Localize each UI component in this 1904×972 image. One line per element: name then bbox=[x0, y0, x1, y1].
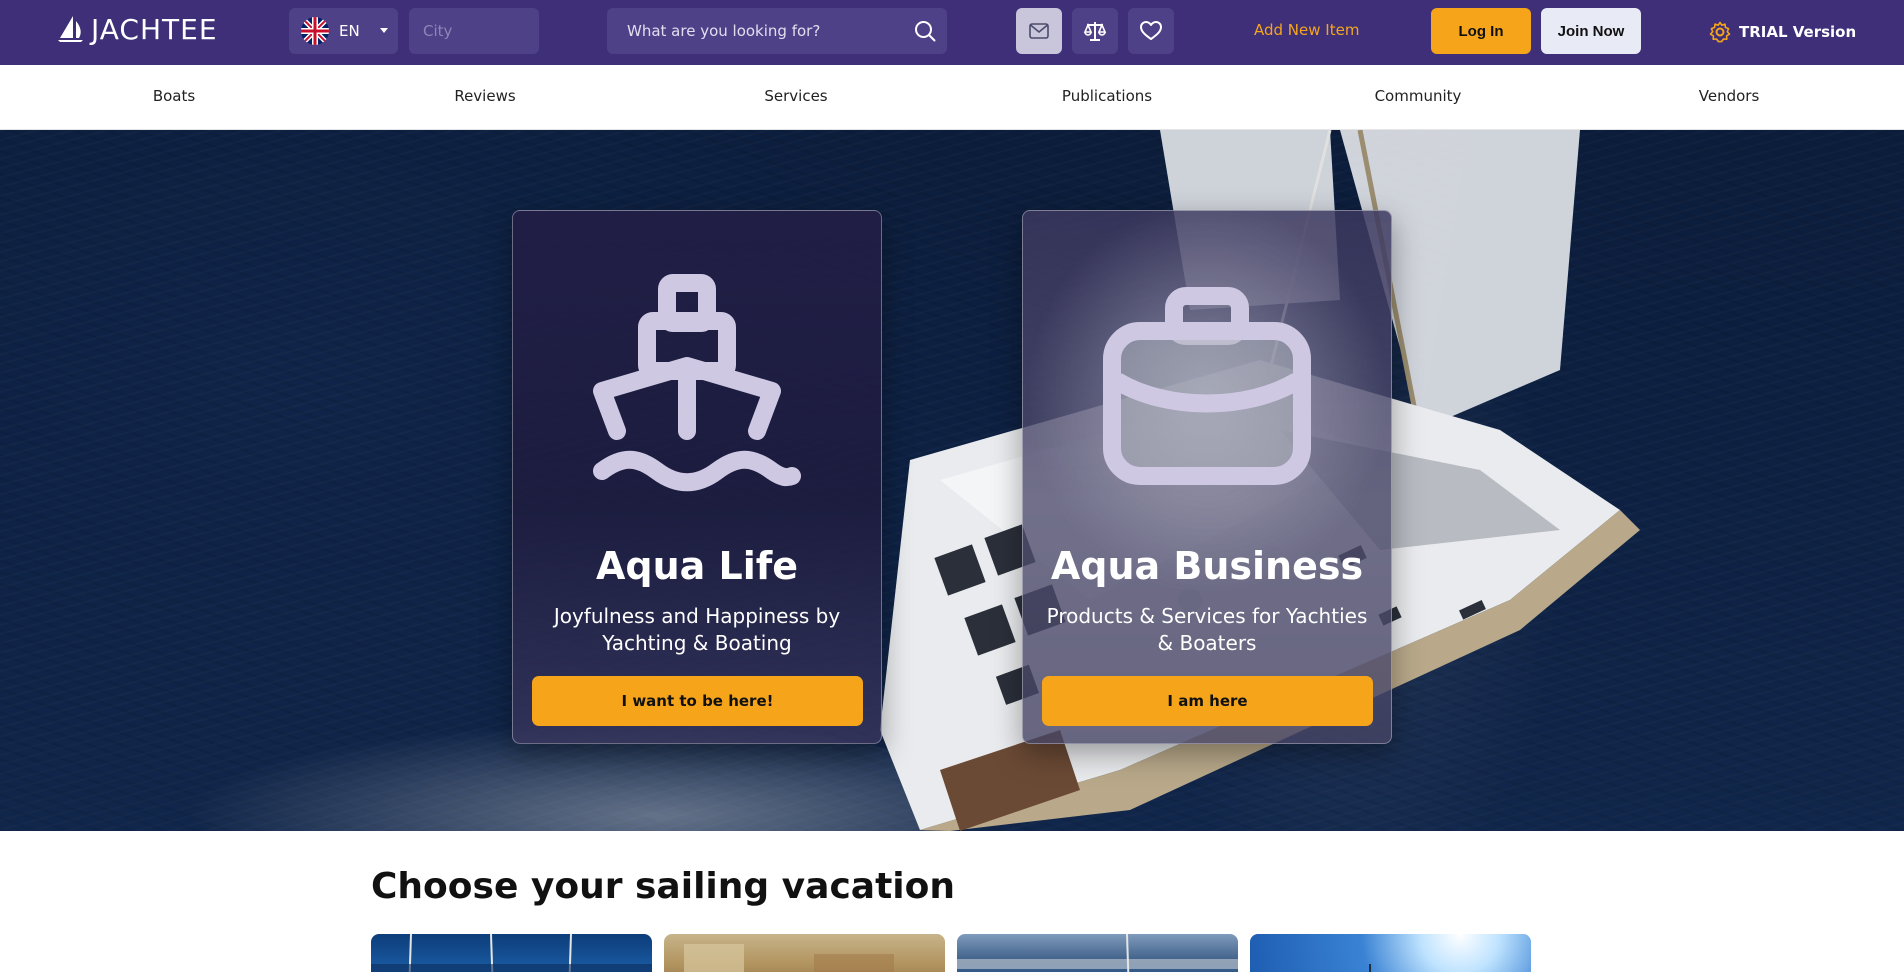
nav-item-vendors[interactable]: Vendors bbox=[1699, 87, 1760, 105]
logo-text: JACHTEE bbox=[91, 12, 218, 46]
nav-item-publications[interactable]: Publications bbox=[1062, 87, 1152, 105]
trial-version-badge[interactable]: TRIAL Version bbox=[1709, 18, 1856, 46]
messages-button[interactable] bbox=[1016, 8, 1062, 54]
scales-icon bbox=[1083, 22, 1107, 41]
search-bar bbox=[607, 8, 947, 54]
sailing-vacation-title: Choose your sailing vacation bbox=[371, 866, 955, 907]
aqua-business-cta-button[interactable]: I am here bbox=[1042, 676, 1373, 726]
card-subtitle: Joyfulness and Happiness by Yachting & B… bbox=[553, 604, 841, 655]
main-nav: Boats Reviews Services Publications Comm… bbox=[0, 65, 1904, 130]
login-button[interactable]: Log In bbox=[1431, 8, 1531, 54]
trial-label: TRIAL Version bbox=[1739, 23, 1857, 41]
heart-icon bbox=[1140, 21, 1162, 40]
vacation-thumbnail[interactable] bbox=[1250, 934, 1531, 972]
compare-button[interactable] bbox=[1072, 8, 1118, 54]
card-subtitle: Products & Services for Yachties & Boate… bbox=[1046, 604, 1368, 655]
site-logo[interactable]: JACHTEE bbox=[57, 12, 218, 46]
gear-icon bbox=[1709, 21, 1731, 43]
mail-icon bbox=[1029, 23, 1049, 39]
uk-flag-icon bbox=[301, 17, 329, 45]
add-new-item-link[interactable]: Add New Item bbox=[1254, 21, 1359, 39]
nav-item-reviews[interactable]: Reviews bbox=[454, 87, 515, 105]
harbor-view-image bbox=[957, 934, 1238, 972]
aqua-life-cta-button[interactable]: I want to be here! bbox=[532, 676, 863, 726]
nav-item-community[interactable]: Community bbox=[1375, 87, 1462, 105]
favorites-button[interactable] bbox=[1128, 8, 1174, 54]
card-title: Aqua Life bbox=[595, 544, 799, 588]
join-button[interactable]: Join Now bbox=[1541, 8, 1641, 54]
sail-logo-icon bbox=[58, 16, 83, 42]
ship-icon bbox=[593, 274, 801, 492]
chevron-down-icon bbox=[380, 28, 388, 33]
vacation-thumbnail[interactable] bbox=[371, 934, 652, 972]
sunny-sky-image bbox=[1369, 964, 1371, 972]
aqua-business-card: Aqua Business Products & Services for Ya… bbox=[1022, 210, 1392, 744]
language-selector[interactable]: EN bbox=[289, 8, 398, 54]
search-input[interactable] bbox=[607, 22, 903, 40]
marina-image bbox=[371, 934, 652, 972]
nav-item-services[interactable]: Services bbox=[764, 87, 827, 105]
top-header: JACHTEE EN Add New Item Log In Join Now bbox=[0, 0, 1904, 65]
hero-banner: Aqua Life Joyfulness and Happiness by Ya… bbox=[0, 130, 1904, 831]
vacation-thumbnail[interactable] bbox=[957, 934, 1238, 972]
language-code: EN bbox=[339, 22, 360, 40]
city-input[interactable] bbox=[409, 8, 539, 54]
nav-item-boats[interactable]: Boats bbox=[153, 87, 195, 105]
card-title: Aqua Business bbox=[1050, 544, 1364, 588]
coastal-town-image bbox=[684, 944, 894, 972]
briefcase-icon bbox=[1103, 287, 1311, 485]
aqua-life-card: Aqua Life Joyfulness and Happiness by Ya… bbox=[512, 210, 882, 744]
vacation-thumbnail[interactable] bbox=[664, 934, 945, 972]
search-icon[interactable] bbox=[903, 8, 947, 54]
